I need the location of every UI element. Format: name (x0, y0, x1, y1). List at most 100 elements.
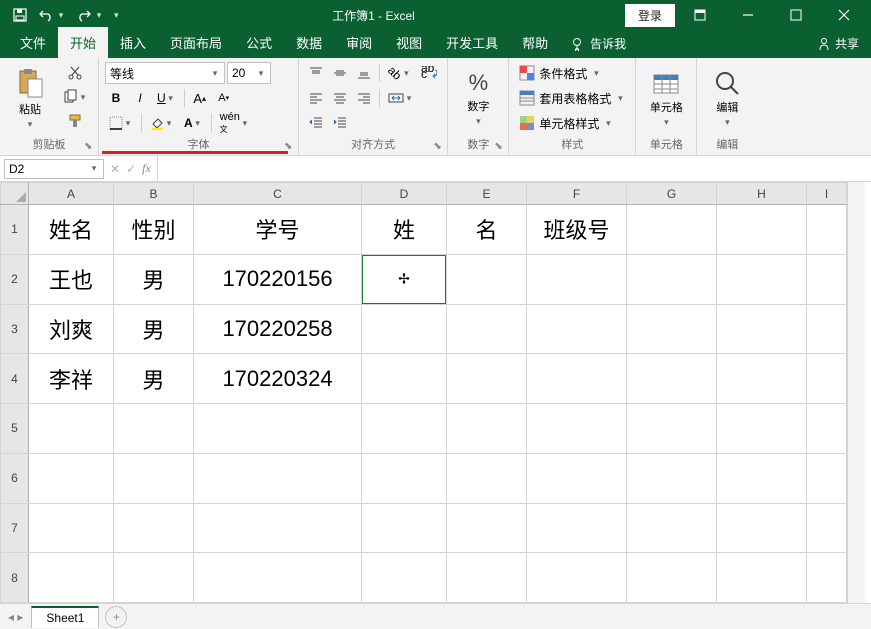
cell[interactable] (627, 354, 717, 404)
row-header[interactable]: 1 (1, 205, 29, 255)
column-header[interactable]: B (114, 183, 194, 205)
paste-button[interactable]: 粘贴 ▾ (6, 62, 54, 134)
spreadsheet-grid[interactable]: ABCDEFGHI1姓名性别学号姓名班级号2王也男170220156✢3刘爽男1… (0, 182, 847, 603)
cell[interactable]: ✢ (362, 254, 447, 304)
cell[interactable] (447, 453, 527, 503)
cell[interactable] (807, 453, 847, 503)
cell[interactable]: 姓 (362, 205, 447, 255)
share-button[interactable]: 共享 (805, 29, 871, 58)
cell[interactable] (717, 404, 807, 454)
merge-cells-icon[interactable]: ▾ (384, 87, 418, 109)
cell[interactable]: 男 (114, 304, 194, 354)
cell[interactable] (447, 503, 527, 553)
increase-indent-icon[interactable] (329, 112, 351, 134)
close-icon[interactable] (821, 0, 867, 30)
cell[interactable] (29, 503, 114, 553)
align-top-icon[interactable] (305, 62, 327, 84)
ribbon-display-icon[interactable] (677, 0, 723, 30)
row-header[interactable]: 6 (1, 453, 29, 503)
cell[interactable] (447, 254, 527, 304)
font-size-combo[interactable]: 20▾ (227, 62, 271, 84)
cell[interactable] (807, 205, 847, 255)
cell[interactable] (29, 553, 114, 603)
row-header[interactable]: 8 (1, 553, 29, 603)
name-box[interactable]: D2▾ (4, 159, 104, 179)
cell[interactable] (29, 453, 114, 503)
increase-font-icon[interactable]: A▴ (189, 87, 211, 109)
bold-button[interactable]: B (105, 87, 127, 109)
tab-developer[interactable]: 开发工具 (434, 27, 510, 58)
cell[interactable] (807, 254, 847, 304)
cell[interactable] (447, 304, 527, 354)
login-button[interactable]: 登录 (625, 4, 675, 27)
cell[interactable]: 男 (114, 254, 194, 304)
cell[interactable]: 班级号 (527, 205, 627, 255)
undo-icon[interactable]: ▾ (36, 5, 68, 25)
cell[interactable] (717, 304, 807, 354)
add-sheet-icon[interactable]: + (105, 606, 127, 628)
cell[interactable] (194, 404, 362, 454)
row-header[interactable]: 4 (1, 354, 29, 404)
vertical-scrollbar[interactable] (847, 182, 865, 603)
number-format-button[interactable]: % 数字 ▾ (454, 62, 502, 134)
cell[interactable] (114, 503, 194, 553)
align-center-icon[interactable] (329, 87, 351, 109)
maximize-icon[interactable] (773, 0, 819, 30)
cell[interactable] (114, 404, 194, 454)
align-middle-icon[interactable] (329, 62, 351, 84)
row-header[interactable]: 2 (1, 254, 29, 304)
tab-insert[interactable]: 插入 (108, 27, 158, 58)
cell[interactable]: 170220258 (194, 304, 362, 354)
cell-styles-button[interactable]: 单元格样式▾ (515, 112, 617, 134)
underline-button[interactable]: U▾ (153, 87, 180, 109)
cell[interactable]: 学号 (194, 205, 362, 255)
tab-file[interactable]: 文件 (8, 27, 58, 58)
row-header[interactable]: 5 (1, 404, 29, 454)
tab-help[interactable]: 帮助 (510, 27, 560, 58)
format-painter-icon[interactable] (58, 110, 92, 132)
cell[interactable] (29, 404, 114, 454)
cell[interactable] (807, 304, 847, 354)
borders-icon[interactable]: ▾ (105, 112, 137, 134)
conditional-format-button[interactable]: 条件格式▾ (515, 62, 605, 84)
cell[interactable]: 李祥 (29, 354, 114, 404)
cell[interactable] (447, 553, 527, 603)
decrease-indent-icon[interactable] (305, 112, 327, 134)
cell[interactable] (527, 503, 627, 553)
cell[interactable] (627, 254, 717, 304)
cells-button[interactable]: 单元格 ▾ (642, 62, 690, 134)
table-format-button[interactable]: 套用表格格式▾ (515, 87, 629, 109)
number-launcher-icon[interactable]: ⬊ (494, 141, 506, 153)
tab-home[interactable]: 开始 (58, 27, 108, 58)
cancel-formula-icon[interactable]: ✕ (110, 162, 120, 176)
copy-icon[interactable]: ▾ (58, 86, 92, 108)
cell[interactable] (114, 453, 194, 503)
cell[interactable] (717, 453, 807, 503)
tab-formulas[interactable]: 公式 (234, 27, 284, 58)
cell[interactable] (807, 503, 847, 553)
column-header[interactable]: G (627, 183, 717, 205)
font-color-icon[interactable]: A▾ (180, 112, 207, 134)
clipboard-launcher-icon[interactable]: ⬊ (84, 141, 96, 153)
column-header[interactable]: H (717, 183, 807, 205)
cell[interactable] (362, 453, 447, 503)
column-header[interactable]: F (527, 183, 627, 205)
cell[interactable] (527, 453, 627, 503)
cell[interactable]: 性别 (114, 205, 194, 255)
align-right-icon[interactable] (353, 87, 375, 109)
cell[interactable]: 姓名 (29, 205, 114, 255)
editing-button[interactable]: 编辑 ▾ (703, 62, 751, 134)
cut-icon[interactable] (58, 62, 92, 84)
cell[interactable] (362, 553, 447, 603)
tab-data[interactable]: 数据 (284, 27, 334, 58)
cell[interactable] (527, 553, 627, 603)
tab-view[interactable]: 视图 (384, 27, 434, 58)
cell[interactable] (627, 404, 717, 454)
sheet-nav[interactable]: ◂ ▸ (0, 610, 31, 624)
cell[interactable] (527, 304, 627, 354)
font-name-combo[interactable]: 等线▾ (105, 62, 225, 84)
cell[interactable] (447, 404, 527, 454)
cell[interactable]: 男 (114, 354, 194, 404)
qat-customize-icon[interactable]: ▾ (112, 8, 122, 23)
cell[interactable] (807, 404, 847, 454)
